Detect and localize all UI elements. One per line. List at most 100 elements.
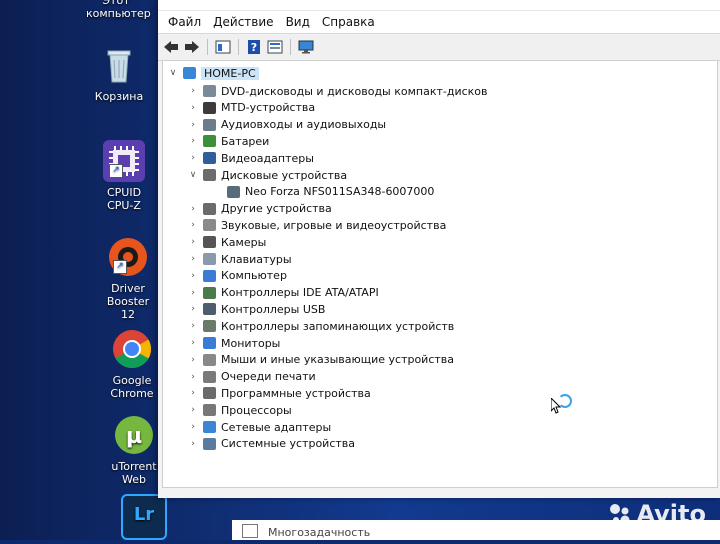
tree-category-item[interactable]: › Видеоадаптеры <box>187 150 314 166</box>
collapsed-chevron-icon[interactable]: › <box>187 304 199 314</box>
device-category-icon <box>203 101 216 114</box>
expand-chevron-icon[interactable]: ∨ <box>167 68 179 78</box>
desktop-icon-driver-booster[interactable]: ↗ Driver Booster 12 <box>98 236 158 321</box>
device-category-icon <box>203 135 216 148</box>
tree-category-item[interactable]: › Контроллеры USB <box>187 301 325 317</box>
menu-help[interactable]: Справка <box>316 15 381 29</box>
desktop-icon-label: uTorrent Web <box>111 460 157 486</box>
collapsed-chevron-icon[interactable]: › <box>187 136 199 146</box>
tree-item-label: Neo Forza NFS011SA348-6007000 <box>245 185 435 199</box>
tree-category-item[interactable]: › Мыши и иные указывающие устройства <box>187 352 454 368</box>
tree-category-item[interactable]: › MTD-устройства <box>187 100 315 116</box>
device-category-icon <box>203 437 216 450</box>
device-category-icon <box>203 286 216 299</box>
collapsed-chevron-icon[interactable]: › <box>187 237 199 247</box>
collapsed-chevron-icon[interactable]: › <box>187 372 199 382</box>
device-category-icon <box>203 202 216 215</box>
expand-chevron-icon[interactable]: ∨ <box>187 170 199 180</box>
avito-logo-icon <box>610 504 630 525</box>
desktop-icon-this-pc[interactable]: Этот компьютер <box>86 0 151 20</box>
tree-item-label: Компьютер <box>221 269 287 283</box>
help-icon[interactable]: ? <box>245 38 263 56</box>
device-category-icon <box>203 253 216 265</box>
avito-watermark: Avito <box>608 500 706 528</box>
toolbar-separator <box>238 39 239 55</box>
title-bar[interactable] <box>158 0 720 11</box>
menu-action[interactable]: Действие <box>207 15 279 29</box>
collapsed-chevron-icon[interactable]: › <box>187 204 199 214</box>
recycle-bin-icon <box>98 44 140 86</box>
collapsed-chevron-icon[interactable]: › <box>187 422 199 432</box>
properties-icon[interactable] <box>214 38 232 56</box>
back-arrow-icon[interactable] <box>162 38 180 56</box>
tree-category-item[interactable]: › DVD-дисководы и дисководы компакт-диско… <box>187 83 487 99</box>
chrome-icon <box>111 328 153 370</box>
monitor-scan-icon[interactable] <box>297 38 315 56</box>
collapsed-chevron-icon[interactable]: › <box>187 355 199 365</box>
desktop-icon-lightroom[interactable]: Lr <box>114 494 174 544</box>
collapsed-chevron-icon[interactable]: › <box>187 86 199 96</box>
tree-category-item[interactable]: › Системные устройства <box>187 436 355 452</box>
collapsed-chevron-icon[interactable]: › <box>187 220 199 230</box>
tree-category-item[interactable]: ∨ Дисковые устройства <box>187 167 347 183</box>
tree-category-item[interactable]: › Батареи <box>187 133 269 149</box>
device-category-icon <box>203 320 216 333</box>
collapsed-chevron-icon[interactable]: › <box>187 271 199 281</box>
tree-item-label: Сетевые адаптеры <box>221 420 332 434</box>
collapsed-chevron-icon[interactable]: › <box>187 254 199 264</box>
desktop-icon-utorrent[interactable]: µ uTorrent Web <box>104 414 164 486</box>
tree-category-item[interactable]: › Другие устройства <box>187 201 332 217</box>
desktop-icon-recycle-bin[interactable]: Корзина <box>89 44 149 103</box>
tree-category-item[interactable]: › Контроллеры запоминающих устройств <box>187 318 454 334</box>
collapsed-chevron-icon[interactable]: › <box>187 388 199 398</box>
tree-item-label: Видеоадаптеры <box>221 151 314 165</box>
menu-bar: Файл Действие Вид Справка <box>158 11 720 34</box>
collapsed-chevron-icon[interactable]: › <box>187 120 199 130</box>
desktop-icon-chrome[interactable]: Google Chrome <box>102 328 162 400</box>
collapsed-chevron-icon[interactable]: › <box>187 321 199 331</box>
shortcut-arrow-icon: ↗ <box>113 260 127 274</box>
collapsed-chevron-icon[interactable]: › <box>187 288 199 298</box>
tree-root-home-pc[interactable]: ∨ HOME-PC <box>167 65 259 81</box>
tree-device-item[interactable]: Neo Forza NFS011SA348-6007000 <box>223 184 434 200</box>
tree-category-item[interactable]: › Мониторы <box>187 335 280 351</box>
view-list-icon[interactable] <box>266 38 284 56</box>
tree-category-item[interactable]: › Очереди печати <box>187 369 316 385</box>
tree-item-label: Системные устройства <box>221 437 355 451</box>
toolbar: ? <box>158 34 720 61</box>
tree-category-item[interactable]: › Сетевые адаптеры <box>187 419 331 435</box>
device-category-icon <box>203 370 216 383</box>
tree-category-item[interactable]: › Компьютер <box>187 268 287 284</box>
tree-item-label: Камеры <box>221 235 267 249</box>
tree-item-label: Контроллеры USB <box>221 302 326 316</box>
tree-category-item[interactable]: › Камеры <box>187 234 266 250</box>
device-category-icon <box>203 353 216 366</box>
device-category-icon <box>203 404 216 417</box>
menu-view[interactable]: Вид <box>280 15 316 29</box>
tree-item-label: Программные устройства <box>221 386 371 400</box>
forward-arrow-icon[interactable] <box>183 38 201 56</box>
multitasking-label[interactable]: Многозадачность <box>268 526 370 539</box>
tree-item-label: MTD-устройства <box>221 101 316 115</box>
desktop-icon-cpuz[interactable]: ↗ CPUID CPU-Z <box>94 140 154 212</box>
tree-category-item[interactable]: › Клавиатуры <box>187 251 292 267</box>
tree-category-item[interactable]: › Программные устройства <box>187 385 371 401</box>
desktop-icon-label: Корзина <box>94 90 144 103</box>
collapsed-chevron-icon[interactable]: › <box>187 405 199 415</box>
device-category-icon <box>203 269 216 282</box>
tree-category-item[interactable]: › Звуковые, игровые и видеоустройства <box>187 217 446 233</box>
collapsed-chevron-icon[interactable]: › <box>187 439 199 449</box>
device-category-icon <box>203 421 216 433</box>
tree-category-item[interactable]: › Процессоры <box>187 402 292 418</box>
tree-category-item[interactable]: › Контроллеры IDE ATA/ATAPI <box>187 285 379 301</box>
device-category-icon <box>203 337 216 349</box>
tree-item-label: Контроллеры IDE ATA/ATAPI <box>221 286 379 300</box>
collapsed-chevron-icon[interactable]: › <box>187 338 199 348</box>
menu-file[interactable]: Файл <box>162 15 207 29</box>
collapsed-chevron-icon[interactable]: › <box>187 153 199 163</box>
tree-category-item[interactable]: › Аудиовходы и аудиовыходы <box>187 117 386 133</box>
computer-icon <box>183 67 196 79</box>
device-category-icon <box>203 236 216 249</box>
collapsed-chevron-icon[interactable]: › <box>187 103 199 113</box>
tree-item-label: Клавиатуры <box>221 252 292 266</box>
